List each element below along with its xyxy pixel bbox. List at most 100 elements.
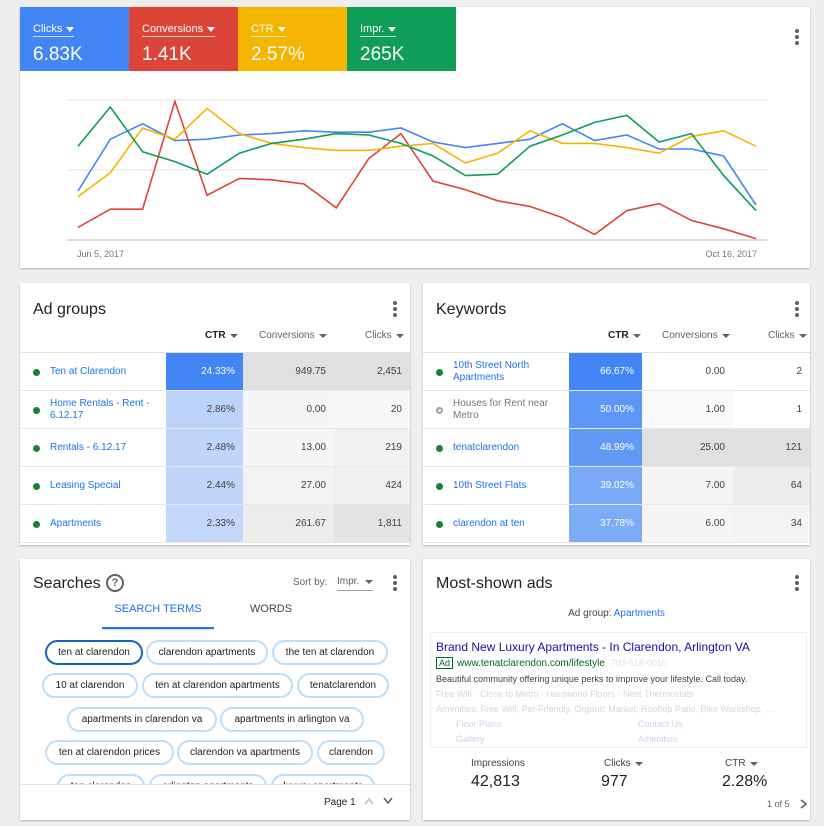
search-term-chip[interactable]: clarendon: [317, 740, 385, 765]
sort-label: Sort by:: [293, 577, 328, 588]
sort-dropdown[interactable]: Impr.: [337, 573, 374, 591]
ad-headline[interactable]: Brand New Luxury Apartments - In Clarend…: [436, 640, 750, 654]
clicks-cell: 1: [733, 391, 810, 428]
ad-group-link[interactable]: Rentals - 6.12.17: [50, 429, 170, 467]
chevron-right-icon[interactable]: [800, 799, 807, 809]
ad-callouts: Free Wifi · Close to Metro · Hardwood Fl…: [436, 689, 694, 699]
clicks-cell: 64: [733, 467, 810, 504]
clicks-cell: 2,451: [334, 353, 410, 390]
search-term-chip[interactable]: ten clarendon: [57, 774, 145, 784]
search-term-chip[interactable]: arlington apartments: [149, 774, 267, 784]
caret-down-icon: [721, 333, 730, 338]
ad-group-link[interactable]: Apartments: [50, 505, 170, 543]
summary-card: Clicks 6.83K Conversions 1.41K CTR 2.57%…: [20, 7, 810, 268]
ad-pager: 1 of 5: [767, 799, 790, 809]
ad-group-link[interactable]: Apartments: [614, 608, 665, 619]
stat-label-clicks: Clicks: [604, 758, 631, 769]
status-enabled-icon: [33, 445, 40, 452]
status-enabled-icon: [33, 483, 40, 490]
column-header-conversions[interactable]: Conversions: [259, 330, 327, 341]
conversions-cell: 7.00: [642, 467, 733, 504]
header-label: Conversions: [662, 330, 718, 341]
keyword-link[interactable]: clarendon at ten: [453, 505, 573, 543]
x-tick-end: Oct 16, 2017: [705, 249, 757, 259]
search-term-chip[interactable]: ten at clarendon prices: [45, 740, 174, 765]
table-row: Rentals - 6.12.17 2.48% 13.00 219: [20, 429, 410, 467]
metric-label: CTR: [251, 23, 274, 35]
metric-label: Clicks: [33, 23, 63, 35]
table-row: Home Rentals - Rent - 6.12.17 2.86% 0.00…: [20, 391, 410, 429]
column-header-ctr[interactable]: CTR: [608, 330, 641, 341]
stat-value-impressions: 42,813: [471, 773, 520, 790]
ad-sitelink: Contact Us: [638, 719, 683, 729]
status-enabled-icon: [33, 369, 40, 376]
column-header-conversions[interactable]: Conversions: [662, 330, 730, 341]
more-options-icon[interactable]: [795, 575, 799, 591]
stat-selector-ctr[interactable]: CTR: [725, 758, 758, 769]
search-term-chip[interactable]: luxury apartments: [271, 774, 375, 784]
metric-tile-ctr[interactable]: CTR 2.57%: [238, 7, 347, 71]
metric-tile-clicks[interactable]: Clicks 6.83K: [20, 7, 129, 71]
search-term-chip[interactable]: clarendon va apartments: [177, 740, 313, 765]
ctr-cell: 2.86%: [166, 391, 243, 428]
clicks-cell: 424: [334, 467, 410, 504]
caret-down-icon: [798, 333, 807, 338]
header-label: Clicks: [365, 330, 392, 341]
ad-description: Beautiful community offering unique perk…: [436, 674, 748, 684]
search-term-chip[interactable]: the ten at clarendon: [272, 640, 388, 665]
chevron-down-icon[interactable]: [383, 797, 393, 805]
metric-selector-impressions[interactable]: Impr.: [360, 23, 397, 37]
help-icon[interactable]: ?: [106, 574, 124, 592]
caret-down-icon: [634, 761, 643, 766]
column-header-clicks[interactable]: Clicks: [768, 330, 807, 341]
chip-overflow-row: ten clarendon arlington apartments luxur…: [20, 771, 410, 784]
search-term-chip[interactable]: apartments in arlington va: [220, 707, 364, 732]
metric-tile-impressions[interactable]: Impr. 265K: [347, 7, 456, 71]
search-term-chip[interactable]: tenatclarendon: [297, 673, 389, 698]
more-options-icon[interactable]: [393, 575, 397, 591]
ad-group-row: Ad group: Apartments: [423, 608, 810, 619]
metric-selector-ctr[interactable]: CTR: [251, 23, 286, 37]
more-options-icon[interactable]: [795, 29, 799, 45]
caret-down-icon: [229, 333, 238, 338]
chevron-up-icon[interactable]: [364, 797, 374, 805]
ad-preview: Brand New Luxury Apartments - In Clarend…: [430, 632, 807, 748]
metric-selector-clicks[interactable]: Clicks: [33, 23, 75, 37]
keyword-link[interactable]: 10th Street Flats: [453, 467, 573, 505]
search-term-chip[interactable]: 10 at clarendon: [42, 673, 138, 698]
stat-selector-clicks[interactable]: Clicks: [604, 758, 643, 769]
search-term-chip[interactable]: ten at clarendon: [45, 640, 143, 665]
keyword-link[interactable]: tenatclarendon: [453, 429, 573, 467]
ad-group-link[interactable]: Home Rentals - Rent - 6.12.17: [50, 391, 170, 429]
search-term-chip[interactable]: ten at clarendon apartments: [142, 673, 293, 698]
ctr-cell: 48.99%: [569, 429, 642, 466]
conversions-cell: 0.00: [642, 353, 733, 390]
tab-search-terms[interactable]: SEARCH TERMS: [102, 603, 214, 629]
tab-words[interactable]: WORDS: [234, 603, 308, 629]
stat-label-impressions: Impressions: [471, 758, 525, 769]
keyword-link[interactable]: Houses for Rent near Metro: [453, 391, 573, 429]
keyword-link[interactable]: 10th Street North Apartments: [453, 353, 573, 391]
metric-tile-conversions[interactable]: Conversions 1.41K: [129, 7, 238, 71]
metric-selector-conversions[interactable]: Conversions: [142, 23, 216, 37]
ad-sitelink: Floor Plans: [456, 719, 502, 729]
column-header-ctr[interactable]: CTR: [205, 330, 238, 341]
more-options-icon[interactable]: [393, 301, 397, 317]
column-header-clicks[interactable]: Clicks: [365, 330, 404, 341]
search-term-chip[interactable]: clarendon apartments: [146, 640, 268, 665]
card-title: Searches: [33, 575, 101, 592]
clicks-cell: 1,811: [334, 505, 410, 542]
ad-groups-table: Ten at Clarendon 24.33% 949.75 2,451 Hom…: [20, 352, 410, 543]
ctr-cell: 2.44%: [166, 467, 243, 504]
ctr-cell: 66.67%: [569, 353, 642, 390]
performance-line-chart: Jun 5, 2017 Oct 16, 2017: [67, 98, 767, 259]
clicks-cell: 121: [733, 429, 810, 466]
ctr-cell: 2.33%: [166, 505, 243, 542]
ad-group-link[interactable]: Leasing Special: [50, 467, 170, 505]
more-options-icon[interactable]: [795, 301, 799, 317]
caret-down-icon: [66, 26, 75, 32]
ad-url-row: Ad www.tenatclarendon.com/lifestyle 703-…: [436, 657, 667, 669]
keywords-table: 10th Street North Apartments 66.67% 0.00…: [423, 352, 810, 543]
ad-group-link[interactable]: Ten at Clarendon: [50, 353, 170, 391]
search-term-chip[interactable]: apartments in clarendon va: [67, 707, 217, 732]
